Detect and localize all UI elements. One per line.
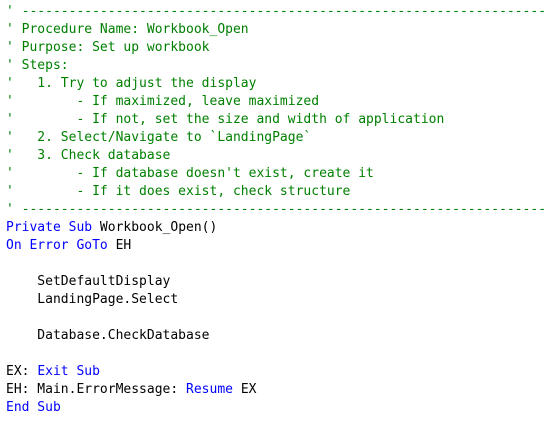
code-line: ' - If not, set the size and width of ap…: [6, 111, 546, 129]
code-lines: ' --------------------------------------…: [6, 3, 546, 417]
code-line: ' --------------------------------------…: [6, 3, 546, 21]
code-text: Database.CheckDatabase: [6, 328, 210, 343]
code-comment: ' - If not, set the size and width of ap…: [6, 112, 445, 127]
code-comment: ' - If maximized, leave maximized: [6, 94, 320, 109]
code-line: End Sub: [6, 399, 546, 417]
code-comment: ' 2. Select/Navigate to `LandingPage`: [6, 130, 312, 145]
code-comment: ' 3. Check database: [6, 148, 171, 163]
code-text: Workbook_Open(): [99, 220, 218, 235]
code-text: EH: Main.ErrorMessage:: [6, 382, 187, 397]
code-line: ' - If database doesn't exist, create it: [6, 165, 546, 183]
code-text: EH: [115, 238, 132, 253]
code-line: ' --------------------------------------…: [6, 201, 546, 219]
code-line: ' - If maximized, leave maximized: [6, 93, 546, 111]
code-comment: ' - If database doesn't exist, create it: [6, 166, 374, 181]
code-line: ' - If it does exist, check structure: [6, 183, 546, 201]
code-comment: ' Purpose: Set up workbook: [6, 40, 210, 55]
code-editor[interactable]: ' --------------------------------------…: [0, 0, 546, 431]
code-line: ' Steps:: [6, 57, 546, 75]
code-line: SetDefaultDisplay: [6, 273, 546, 291]
code-line: Private Sub Workbook_Open(): [6, 219, 546, 237]
code-line: ' 3. Check database: [6, 147, 546, 165]
code-text: LandingPage.Select: [6, 292, 179, 307]
code-comment: ' Steps:: [6, 58, 69, 73]
code-line: ' 1. Try to adjust the display: [6, 75, 546, 93]
code-line: Database.CheckDatabase: [6, 327, 546, 345]
code-line: EH: Main.ErrorMessage: Resume EX: [6, 381, 546, 399]
code-comment: ' --------------------------------------…: [6, 202, 546, 217]
code-line: ' Purpose: Set up workbook: [6, 39, 546, 57]
code-text: SetDefaultDisplay: [6, 274, 171, 289]
code-comment: ' Procedure Name: Workbook_Open: [6, 22, 249, 37]
code-keyword: Exit Sub: [37, 364, 100, 379]
code-comment: ' 1. Try to adjust the display: [6, 76, 257, 91]
code-comment: ' - If it does exist, check structure: [6, 184, 351, 199]
code-keyword: Private Sub: [6, 220, 100, 235]
code-text: EX:: [6, 364, 38, 379]
code-keyword: Resume: [186, 382, 241, 397]
code-line: EX: Exit Sub: [6, 363, 546, 381]
code-comment: ' --------------------------------------…: [6, 4, 546, 19]
code-keyword: End Sub: [6, 400, 61, 415]
code-line: ' 2. Select/Navigate to `LandingPage`: [6, 129, 546, 147]
code-line: LandingPage.Select: [6, 291, 546, 309]
code-line: On Error GoTo EH: [6, 237, 546, 255]
code-text: EX: [240, 382, 257, 397]
code-line: ' Procedure Name: Workbook_Open: [6, 21, 546, 39]
code-keyword: On Error GoTo: [6, 238, 116, 253]
